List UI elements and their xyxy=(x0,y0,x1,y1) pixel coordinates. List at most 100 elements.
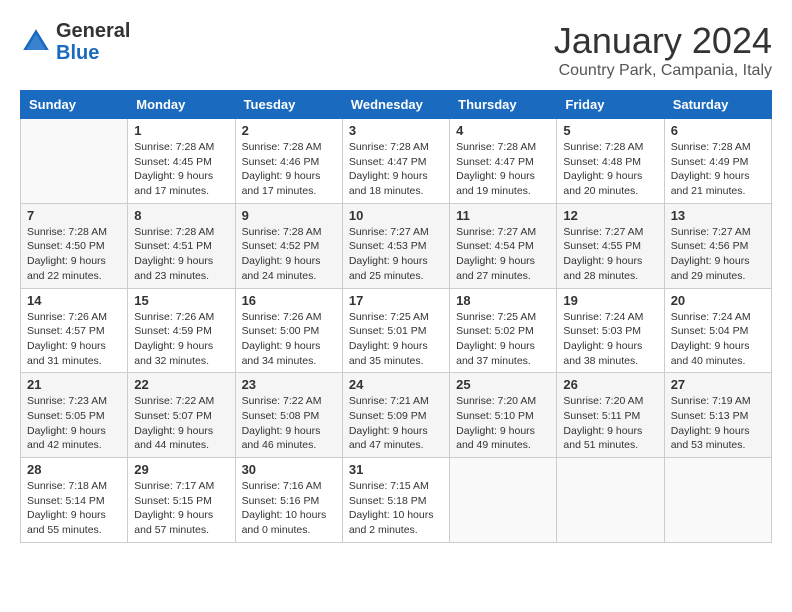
day-info: Sunrise: 7:27 AMSunset: 4:54 PMDaylight:… xyxy=(456,225,550,284)
calendar-cell: 12 Sunrise: 7:27 AMSunset: 4:55 PMDayligh… xyxy=(557,203,664,288)
calendar-cell: 13 Sunrise: 7:27 AMSunset: 4:56 PMDayligh… xyxy=(664,203,771,288)
calendar-cell: 31 Sunrise: 7:15 AMSunset: 5:18 PMDayligh… xyxy=(342,458,449,543)
day-info: Sunrise: 7:25 AMSunset: 5:01 PMDaylight:… xyxy=(349,310,443,369)
calendar-cell: 23 Sunrise: 7:22 AMSunset: 5:08 PMDayligh… xyxy=(235,373,342,458)
day-info: Sunrise: 7:17 AMSunset: 5:15 PMDaylight:… xyxy=(134,479,228,538)
calendar-cell: 5Sunrise: 7:28 AMSunset: 4:48 PMDaylight… xyxy=(557,119,664,204)
day-info: Sunrise: 7:16 AMSunset: 5:16 PMDaylight:… xyxy=(242,479,336,538)
day-number: 8 xyxy=(134,208,228,223)
column-header-friday: Friday xyxy=(557,91,664,119)
day-number: 15 xyxy=(134,293,228,308)
day-number: 12 xyxy=(563,208,657,223)
logo-text: General Blue xyxy=(56,20,130,64)
day-info: Sunrise: 7:28 AMSunset: 4:45 PMDaylight:… xyxy=(134,140,228,199)
day-info: Sunrise: 7:28 AMSunset: 4:51 PMDaylight:… xyxy=(134,225,228,284)
calendar-cell: 10 Sunrise: 7:27 AMSunset: 4:53 PMDayligh… xyxy=(342,203,449,288)
calendar-cell: 16 Sunrise: 7:26 AMSunset: 5:00 PMDayligh… xyxy=(235,288,342,373)
day-info: Sunrise: 7:27 AMSunset: 4:53 PMDaylight:… xyxy=(349,225,443,284)
column-header-wednesday: Wednesday xyxy=(342,91,449,119)
day-info: Sunrise: 7:18 AMSunset: 5:14 PMDaylight:… xyxy=(27,479,121,538)
calendar-cell: 30 Sunrise: 7:16 AMSunset: 5:16 PMDayligh… xyxy=(235,458,342,543)
column-header-thursday: Thursday xyxy=(450,91,557,119)
day-info: Sunrise: 7:28 AMSunset: 4:52 PMDaylight:… xyxy=(242,225,336,284)
calendar-cell: 15 Sunrise: 7:26 AMSunset: 4:59 PMDayligh… xyxy=(128,288,235,373)
day-info: Sunrise: 7:27 AMSunset: 4:55 PMDaylight:… xyxy=(563,225,657,284)
calendar-cell: 21 Sunrise: 7:23 AMSunset: 5:05 PMDayligh… xyxy=(21,373,128,458)
calendar-cell xyxy=(21,119,128,204)
day-info: Sunrise: 7:15 AMSunset: 5:18 PMDaylight:… xyxy=(349,479,443,538)
calendar-cell: 3 Sunrise: 7:28 AMSunset: 4:47 PMDaylight… xyxy=(342,119,449,204)
calendar-cell: 6Sunrise: 7:28 AMSunset: 4:49 PMDaylight… xyxy=(664,119,771,204)
day-number: 3 xyxy=(349,123,443,138)
calendar-cell: 18 Sunrise: 7:25 AMSunset: 5:02 PMDayligh… xyxy=(450,288,557,373)
calendar-cell: 27 Sunrise: 7:19 AMSunset: 5:13 PMDayligh… xyxy=(664,373,771,458)
day-info: Sunrise: 7:24 AMSunset: 5:03 PMDaylight:… xyxy=(563,310,657,369)
day-info: Sunrise: 7:24 AMSunset: 5:04 PMDaylight:… xyxy=(671,310,765,369)
logo-blue-text: Blue xyxy=(56,42,99,64)
day-number: 20 xyxy=(671,293,765,308)
day-info: Sunrise: 7:20 AMSunset: 5:10 PMDaylight:… xyxy=(456,394,550,453)
column-header-tuesday: Tuesday xyxy=(235,91,342,119)
day-info: Sunrise: 7:28 AMSunset: 4:47 PMDaylight:… xyxy=(349,140,443,199)
calendar-cell: 25Sunrise: 7:20 AMSunset: 5:10 PMDayligh… xyxy=(450,373,557,458)
title-section: January 2024 Country Park, Campania, Ita… xyxy=(554,20,772,80)
calendar-cell: 1 Sunrise: 7:28 AMSunset: 4:45 PMDaylight… xyxy=(128,119,235,204)
calendar-cell: 14Sunrise: 7:26 AMSunset: 4:57 PMDayligh… xyxy=(21,288,128,373)
day-number: 11 xyxy=(456,208,550,223)
calendar-cell xyxy=(557,458,664,543)
day-info: Sunrise: 7:28 AMSunset: 4:47 PMDaylight:… xyxy=(456,140,550,199)
day-info: Sunrise: 7:28 AMSunset: 4:50 PMDaylight:… xyxy=(27,225,121,284)
day-info: Sunrise: 7:26 AMSunset: 4:59 PMDaylight:… xyxy=(134,310,228,369)
calendar-cell: 24 Sunrise: 7:21 AMSunset: 5:09 PMDayligh… xyxy=(342,373,449,458)
day-info: Sunrise: 7:22 AMSunset: 5:07 PMDaylight:… xyxy=(134,394,228,453)
calendar-cell: 2Sunrise: 7:28 AMSunset: 4:46 PMDaylight… xyxy=(235,119,342,204)
calendar-cell: 28 Sunrise: 7:18 AMSunset: 5:14 PMDayligh… xyxy=(21,458,128,543)
day-number: 29 xyxy=(134,462,228,477)
logo: General Blue xyxy=(20,20,130,64)
column-header-sunday: Sunday xyxy=(21,91,128,119)
day-info: Sunrise: 7:27 AMSunset: 4:56 PMDaylight:… xyxy=(671,225,765,284)
day-number: 18 xyxy=(456,293,550,308)
day-number: 31 xyxy=(349,462,443,477)
calendar-title: January 2024 xyxy=(554,20,772,62)
day-number: 14 xyxy=(27,293,121,308)
day-number: 6 xyxy=(671,123,765,138)
day-info: Sunrise: 7:25 AMSunset: 5:02 PMDaylight:… xyxy=(456,310,550,369)
day-number: 27 xyxy=(671,377,765,392)
calendar-cell: 8 Sunrise: 7:28 AMSunset: 4:51 PMDaylight… xyxy=(128,203,235,288)
day-number: 21 xyxy=(27,377,121,392)
calendar-cell: 29 Sunrise: 7:17 AMSunset: 5:15 PMDayligh… xyxy=(128,458,235,543)
day-number: 23 xyxy=(242,377,336,392)
day-number: 16 xyxy=(242,293,336,308)
calendar-cell xyxy=(450,458,557,543)
day-number: 9 xyxy=(242,208,336,223)
calendar-table: SundayMondayTuesdayWednesdayThursdayFrid… xyxy=(20,90,772,543)
calendar-cell: 19 Sunrise: 7:24 AMSunset: 5:03 PMDayligh… xyxy=(557,288,664,373)
day-info: Sunrise: 7:22 AMSunset: 5:08 PMDaylight:… xyxy=(242,394,336,453)
day-number: 1 xyxy=(134,123,228,138)
day-info: Sunrise: 7:19 AMSunset: 5:13 PMDaylight:… xyxy=(671,394,765,453)
day-info: Sunrise: 7:28 AMSunset: 4:46 PMDaylight:… xyxy=(242,140,336,199)
day-info: Sunrise: 7:23 AMSunset: 5:05 PMDaylight:… xyxy=(27,394,121,453)
day-number: 26 xyxy=(563,377,657,392)
day-number: 22 xyxy=(134,377,228,392)
day-number: 24 xyxy=(349,377,443,392)
calendar-cell: 22 Sunrise: 7:22 AMSunset: 5:07 PMDayligh… xyxy=(128,373,235,458)
calendar-cell: 26 Sunrise: 7:20 AMSunset: 5:11 PMDayligh… xyxy=(557,373,664,458)
day-info: Sunrise: 7:26 AMSunset: 5:00 PMDaylight:… xyxy=(242,310,336,369)
day-number: 13 xyxy=(671,208,765,223)
day-number: 30 xyxy=(242,462,336,477)
day-number: 10 xyxy=(349,208,443,223)
page-header: General Blue January 2024 Country Park, … xyxy=(20,20,772,80)
day-info: Sunrise: 7:20 AMSunset: 5:11 PMDaylight:… xyxy=(563,394,657,453)
day-number: 17 xyxy=(349,293,443,308)
day-number: 19 xyxy=(563,293,657,308)
calendar-cell: 9 Sunrise: 7:28 AMSunset: 4:52 PMDaylight… xyxy=(235,203,342,288)
day-number: 28 xyxy=(27,462,121,477)
column-header-saturday: Saturday xyxy=(664,91,771,119)
day-number: 5 xyxy=(563,123,657,138)
day-number: 7 xyxy=(27,208,121,223)
calendar-cell: 17 Sunrise: 7:25 AMSunset: 5:01 PMDayligh… xyxy=(342,288,449,373)
day-info: Sunrise: 7:21 AMSunset: 5:09 PMDaylight:… xyxy=(349,394,443,453)
column-header-monday: Monday xyxy=(128,91,235,119)
